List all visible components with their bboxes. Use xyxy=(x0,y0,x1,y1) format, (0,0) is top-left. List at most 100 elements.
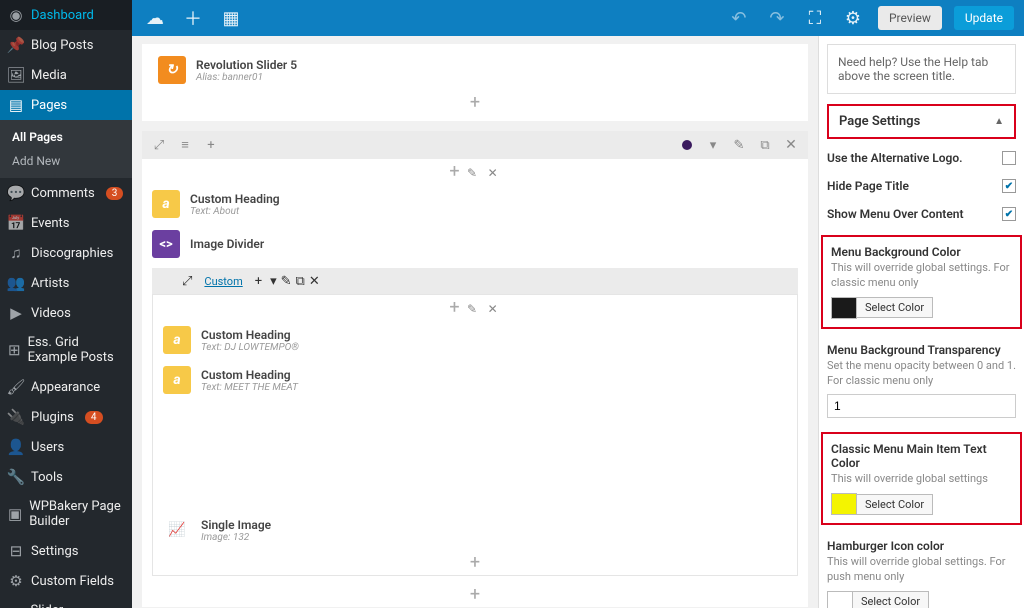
sidebar-item-ess-grid-posts[interactable]: ⊞ Ess. Grid Example Posts xyxy=(0,328,132,372)
element-title: Revolution Slider 5 xyxy=(196,58,297,72)
row-toolbar: ⤢ ≡ + ▾ ✎ ⧉ ✕ xyxy=(142,131,808,159)
select-color-button[interactable]: Select Color xyxy=(853,591,929,608)
transparency-input[interactable] xyxy=(827,394,1016,418)
move-icon[interactable]: ⤢ xyxy=(182,274,192,289)
close-icon[interactable]: ✕ xyxy=(309,274,320,289)
color-swatch[interactable] xyxy=(831,297,857,319)
field-menu-bg-color: Menu Background Color This will override… xyxy=(821,235,1022,329)
sidebar-sub-all-pages[interactable]: All Pages xyxy=(0,125,132,149)
element-custom-heading[interactable]: a Custom Heading Text: DJ LOWTEMPO® xyxy=(153,320,797,360)
sidebar-label: Users xyxy=(31,440,64,455)
add-icon[interactable]: + xyxy=(255,274,262,289)
fullscreen-button[interactable]: ⛶ xyxy=(802,5,828,31)
add-line[interactable]: + ✎ ✕ xyxy=(142,159,808,184)
add-line[interactable]: + ✎ ✕ xyxy=(153,295,797,320)
sidebar-item-tools[interactable]: 🔧Tools xyxy=(0,462,132,492)
sidebar-item-media[interactable]: 🖼Media xyxy=(0,60,132,90)
add-element-button[interactable]: ＋ xyxy=(180,5,206,31)
element-title: Custom Heading xyxy=(201,328,299,342)
wrench-icon: 🔧 xyxy=(8,469,24,485)
move-icon[interactable]: ⤢ xyxy=(148,134,170,156)
add-icon[interactable]: + xyxy=(200,134,222,156)
sidebar-label: Ess. Grid Example Posts xyxy=(28,335,124,365)
template-button[interactable]: ▦ xyxy=(218,5,244,31)
inner-wrap: + ✎ ✕ a Custom Heading Text: DJ LOWTEMPO… xyxy=(152,294,798,576)
sidebar-item-appearance[interactable]: 🖌Appearance xyxy=(0,372,132,402)
field-menu-text-color: Classic Menu Main Item Text Color This w… xyxy=(821,432,1022,525)
element-sub: Alias: banner01 xyxy=(196,72,297,83)
element-custom-heading[interactable]: a Custom Heading Text: MEET THE MEAT xyxy=(153,360,797,400)
add-line[interactable]: + xyxy=(153,550,797,575)
element-custom-heading[interactable]: a Custom Heading Text: About xyxy=(142,184,808,224)
settings-panel: Need help? Use the Help tab above the sc… xyxy=(818,36,1024,608)
columns-icon[interactable]: ≡ xyxy=(174,134,196,156)
edit-icon[interactable]: ✎ xyxy=(467,166,477,180)
color-swatch[interactable] xyxy=(831,493,857,515)
field-label: Hide Page Title xyxy=(827,179,909,193)
sidebar-item-events[interactable]: 📅Events xyxy=(0,208,132,238)
artists-icon: 👥 xyxy=(8,275,24,291)
clone-icon[interactable]: ⧉ xyxy=(296,274,305,289)
chevron-down-icon[interactable]: ▾ xyxy=(702,134,724,156)
hide-title-checkbox[interactable]: ✔ xyxy=(1002,179,1016,193)
sidebar-item-settings[interactable]: ⊟Settings xyxy=(0,536,132,566)
page-settings-toggle[interactable]: Page Settings ▲ xyxy=(827,104,1016,139)
sidebar-item-plugins[interactable]: 🔌Plugins4 xyxy=(0,402,132,432)
redo-button[interactable]: ↷ xyxy=(764,5,790,31)
sidebar-item-slider-revolution[interactable]: ◐Slider Revolution xyxy=(0,596,132,608)
field-label: Use the Alternative Logo. xyxy=(827,151,963,165)
field-label: Menu Background Color xyxy=(831,245,961,259)
sidebar-item-wpbakery[interactable]: ▣WPBakery Page Builder xyxy=(0,492,132,536)
sidebar-item-blog-posts[interactable]: 📌Blog Posts xyxy=(0,30,132,60)
sidebar-label: Events xyxy=(31,216,69,231)
element-title: Single Image xyxy=(201,518,271,532)
sidebar-label: Plugins xyxy=(31,410,74,425)
sidebar-item-artists[interactable]: 👥Artists xyxy=(0,268,132,298)
field-label: Show Menu Over Content xyxy=(827,207,964,221)
sidebar-item-custom-fields[interactable]: ⚙Custom Fields xyxy=(0,566,132,596)
sidebar-item-users[interactable]: 👤 Users xyxy=(0,432,132,462)
select-color-button[interactable]: Select Color xyxy=(857,494,933,515)
sidebar-item-comments[interactable]: 💬Comments3 xyxy=(0,178,132,208)
row-about: ⤢ ≡ + ▾ ✎ ⧉ ✕ + ✎ ✕ a Custom H xyxy=(142,131,808,607)
show-menu-checkbox[interactable]: ✔ xyxy=(1002,207,1016,221)
builder-canvas: ↻ Revolution Slider 5 Alias: banner01 + … xyxy=(132,36,818,608)
element-title: Image Divider xyxy=(190,237,264,251)
color-swatch[interactable] xyxy=(827,591,853,608)
close-icon[interactable]: ✕ xyxy=(488,166,498,180)
sidebar-label: Slider Revolution xyxy=(30,603,124,608)
add-line[interactable]: + xyxy=(142,582,808,607)
undo-button[interactable]: ↶ xyxy=(726,5,752,31)
element-image-divider[interactable]: <> Image Divider xyxy=(142,224,808,264)
sidebar-submenu: All Pages Add New xyxy=(0,120,132,178)
edit-icon[interactable]: ✎ xyxy=(728,134,750,156)
add-element-line[interactable]: + xyxy=(148,90,802,115)
settings-button[interactable]: ⚙ xyxy=(840,5,866,31)
update-button[interactable]: Update xyxy=(954,6,1014,30)
alt-logo-checkbox[interactable] xyxy=(1002,151,1016,165)
top-toolbar: ☁ ＋ ▦ ↶ ↷ ⛶ ⚙ Preview Update xyxy=(132,0,1024,36)
sidebar-label: Discographies xyxy=(31,246,113,261)
inner-label[interactable]: Custom xyxy=(196,274,250,289)
grid-icon: ⊞ xyxy=(8,342,21,358)
select-color-button[interactable]: Select Color xyxy=(857,297,933,318)
close-icon[interactable]: ✕ xyxy=(780,134,802,156)
user-icon: 👤 xyxy=(8,439,24,455)
sidebar-label: Dashboard xyxy=(31,8,94,23)
sidebar-item-dashboard[interactable]: ◉Dashboard xyxy=(0,0,132,30)
edit-icon[interactable]: ✎ xyxy=(281,274,292,289)
field-menu-transparency: Menu Background Transparency Set the men… xyxy=(827,343,1016,419)
preview-button[interactable]: Preview xyxy=(878,6,942,30)
clone-icon[interactable]: ⧉ xyxy=(754,134,776,156)
badge: 3 xyxy=(106,187,124,200)
sidebar-sub-add-new[interactable]: Add New xyxy=(0,149,132,173)
field-hide-title: Hide Page Title ✔ xyxy=(827,179,1016,193)
sidebar-item-pages[interactable]: ▤Pages xyxy=(0,90,132,120)
sidebar-item-videos[interactable]: ▶Videos xyxy=(0,298,132,328)
element-revslider[interactable]: ↻ Revolution Slider 5 Alias: banner01 xyxy=(148,50,802,90)
chevron-down-icon[interactable]: ▾ xyxy=(270,274,277,289)
element-single-image[interactable]: 📈 Single Image Image: 132 xyxy=(153,510,797,550)
sidebar-item-discographies[interactable]: ♫Discographies xyxy=(0,238,132,268)
video-icon: ▶ xyxy=(8,305,24,321)
logo-icon[interactable]: ☁ xyxy=(142,5,168,31)
